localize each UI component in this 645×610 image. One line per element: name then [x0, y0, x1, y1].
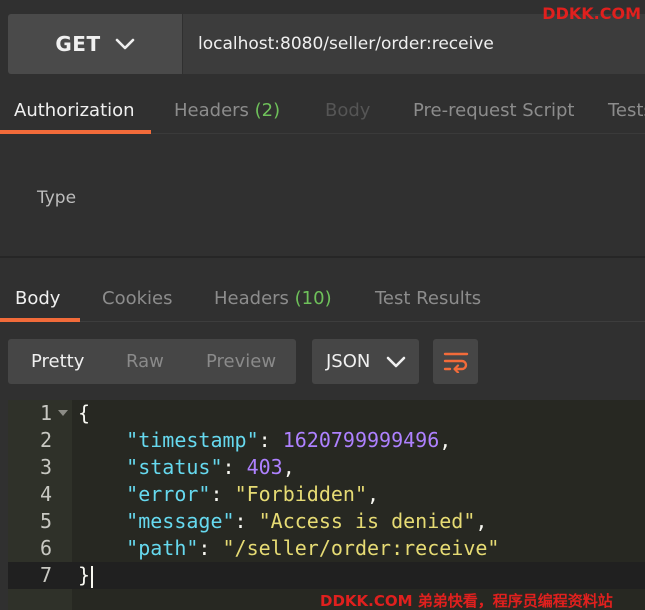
json-field: "timestamp": 1620799999496, — [126, 428, 452, 452]
code-line: 1 { — [8, 400, 645, 427]
json-value: 403 — [246, 455, 283, 479]
format-select[interactable]: JSON — [312, 339, 419, 384]
code-line-active: 7 } — [8, 562, 645, 589]
watermark-top: DDKK.COM — [542, 4, 641, 23]
close-brace-line: } — [78, 562, 94, 589]
tab-response-headers-count: (10) — [294, 288, 332, 309]
line-number: 6 — [39, 536, 52, 560]
code-line: 6 "path": "/seller/order:receive" — [8, 535, 645, 562]
view-mode-group: Pretty Raw Preview — [8, 339, 296, 384]
code-line: 4 "error": "Forbidden", — [8, 481, 645, 508]
response-body-editor[interactable]: 1 { 2 "timestamp": 1620799999496, 3 "sta… — [8, 400, 645, 610]
json-field: "error": "Forbidden", — [126, 482, 380, 506]
code-line: 2 "timestamp": 1620799999496, — [8, 427, 645, 454]
line-number: 3 — [39, 455, 52, 479]
tab-body[interactable]: Body — [325, 100, 370, 121]
json-key: "error" — [126, 482, 211, 506]
method-select[interactable]: GET — [8, 14, 182, 74]
close-brace: } — [78, 563, 91, 587]
tab-response-headers-label: Headers — [214, 288, 289, 309]
line-number: 2 — [39, 428, 52, 452]
json-value: "Forbidden" — [234, 482, 368, 506]
section-divider[interactable] — [0, 256, 645, 258]
json-value: "/seller/order:receive" — [222, 536, 500, 560]
view-raw-button[interactable]: Raw — [126, 339, 164, 384]
url-input[interactable] — [183, 14, 645, 74]
code-line: 5 "message": "Access is denied", — [8, 508, 645, 535]
json-key: "path" — [126, 536, 199, 560]
tab-headers[interactable]: Headers (2) — [174, 100, 280, 121]
tab-prerequest-script[interactable]: Pre-request Script — [413, 100, 574, 121]
tab-authorization[interactable]: Authorization — [14, 100, 135, 121]
view-preview-button[interactable]: Preview — [206, 339, 276, 384]
wrap-lines-button[interactable] — [433, 339, 478, 384]
json-field: "path": "/seller/order:receive" — [126, 536, 500, 560]
request-tabs: Authorization Headers (2) Body Pre-reque… — [0, 88, 645, 134]
chevron-down-icon — [387, 356, 406, 367]
json-field: "status": 403, — [126, 455, 295, 479]
text-cursor — [91, 565, 94, 588]
tab-tests[interactable]: Tests — [608, 100, 645, 121]
line-number: 4 — [39, 482, 52, 506]
active-response-tab-indicator — [0, 318, 80, 322]
code-line: 3 "status": 403, — [8, 454, 645, 481]
format-label: JSON — [326, 351, 371, 372]
tab-test-results[interactable]: Test Results — [375, 288, 481, 309]
wrap-lines-icon — [443, 352, 468, 373]
tab-cookies[interactable]: Cookies — [102, 288, 172, 309]
auth-type-label: Type — [37, 188, 77, 208]
response-tabs: Body Cookies Headers (10) Test Results — [0, 272, 645, 322]
json-key: "message" — [126, 509, 235, 533]
line-number: 7 — [39, 563, 52, 587]
active-tab-indicator — [0, 130, 151, 134]
json-value: "Access is denied" — [258, 509, 476, 533]
json-value: 1620799999496 — [282, 428, 440, 452]
line-number: 5 — [39, 509, 52, 533]
open-brace: { — [78, 401, 91, 425]
watermark-bottom: DDKK.COM 弟弟快看，程序员编程资料站 — [320, 592, 613, 610]
fold-arrow-icon[interactable] — [58, 410, 68, 416]
view-pretty-button[interactable]: Pretty — [31, 339, 84, 384]
tab-headers-count: (2) — [254, 100, 281, 121]
tab-response-body[interactable]: Body — [15, 288, 60, 309]
json-key: "status" — [126, 455, 223, 479]
request-url-bar: GET DDKK.COM — [0, 0, 645, 85]
chevron-down-icon — [115, 38, 134, 50]
method-label: GET — [55, 32, 101, 56]
line-number: 1 — [39, 401, 52, 425]
json-key: "timestamp" — [126, 428, 259, 452]
json-field: "message": "Access is denied", — [126, 509, 488, 533]
tab-headers-label: Headers — [174, 100, 249, 121]
tab-response-headers[interactable]: Headers (10) — [214, 288, 332, 309]
